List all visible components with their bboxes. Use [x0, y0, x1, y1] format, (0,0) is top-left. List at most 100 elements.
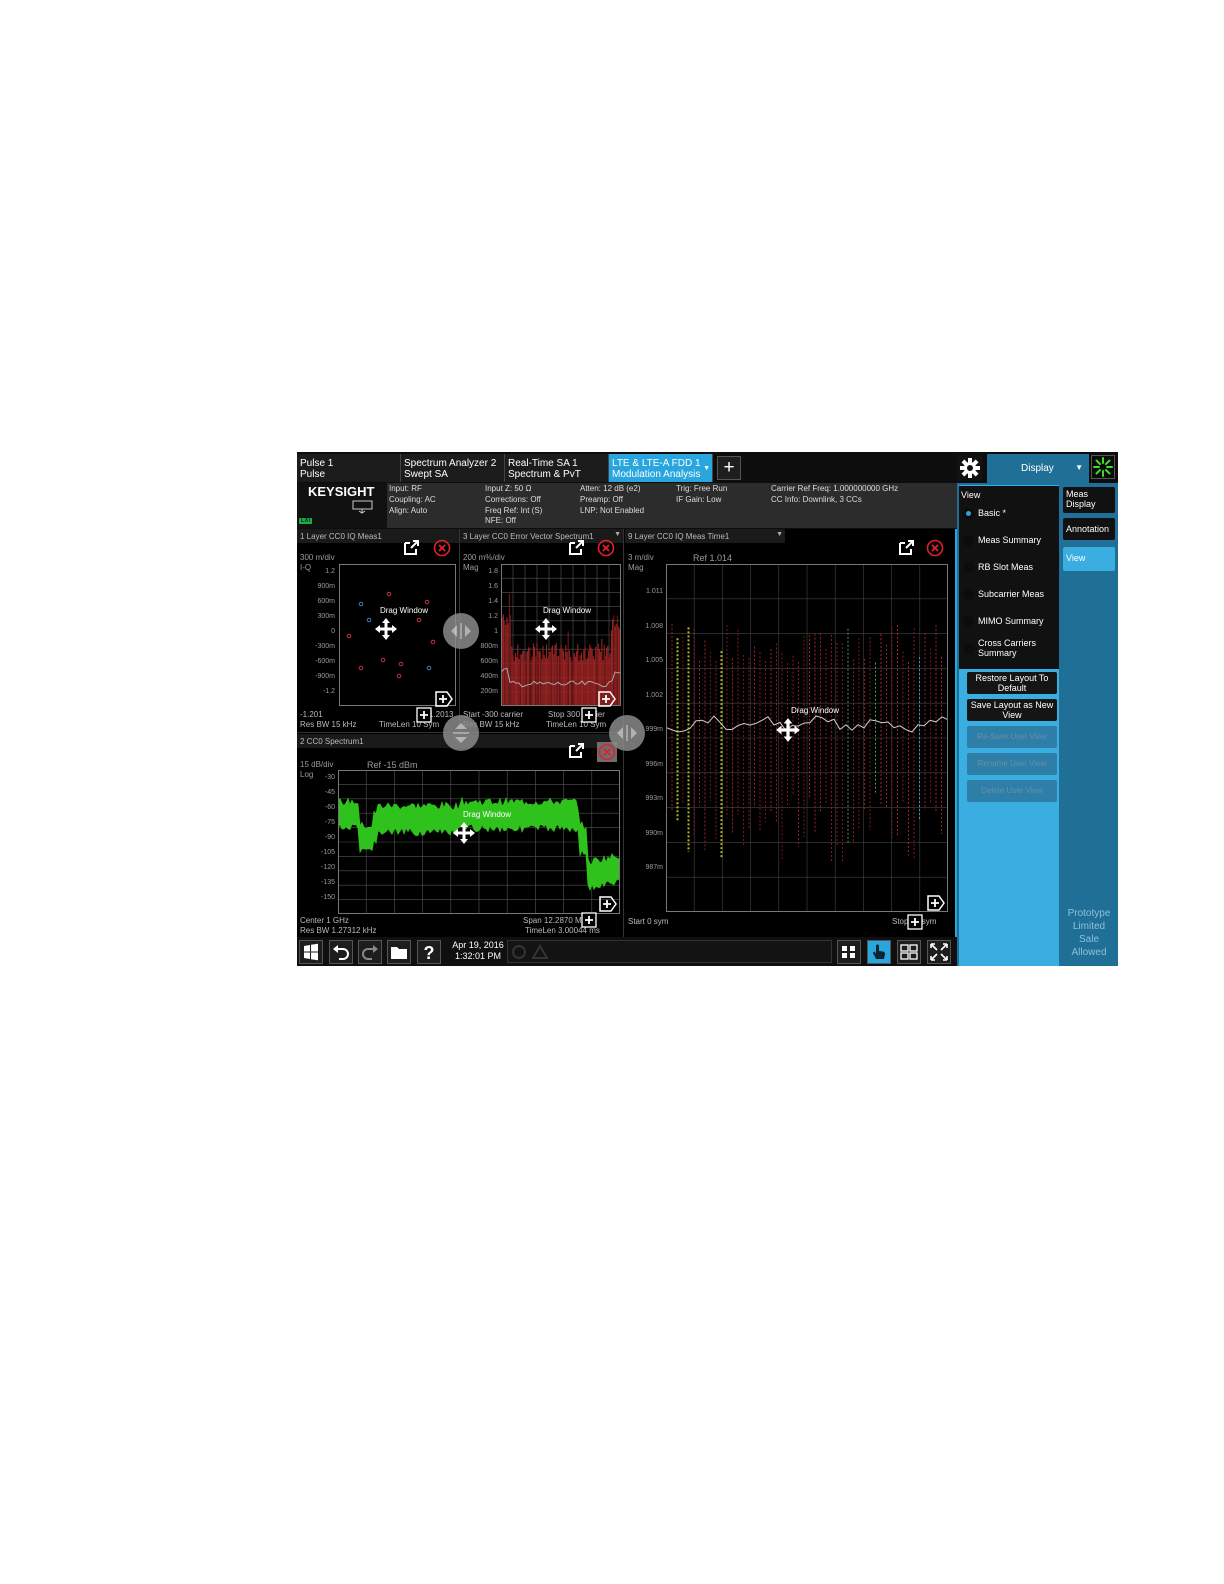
- re-save-user-view-button[interactable]: Re-Save User View: [967, 726, 1057, 748]
- save-layout-as-new-view-button[interactable]: Save Layout as New View: [967, 699, 1057, 721]
- move-icon: [535, 618, 557, 640]
- column-splitter-handle[interactable]: [609, 715, 645, 751]
- tile-windows-button[interactable]: [897, 940, 921, 964]
- radio-label: MIMO Summary: [978, 616, 1044, 626]
- zoom-marker-icon[interactable]: [907, 914, 923, 930]
- zoom-marker-icon[interactable]: [416, 707, 432, 723]
- tab-dropdown-icon[interactable]: ▼: [703, 463, 710, 474]
- add-marker-icon[interactable]: [435, 691, 453, 707]
- undo-button[interactable]: [329, 940, 353, 964]
- tab-annotation[interactable]: Annotation: [1063, 518, 1115, 540]
- move-icon: [453, 822, 475, 844]
- touch-mode-button[interactable]: [867, 940, 891, 964]
- setting-text: IF Gain: Low: [676, 494, 722, 504]
- add-tab-button[interactable]: +: [717, 456, 741, 480]
- close-icon[interactable]: [926, 539, 944, 557]
- return-icon[interactable]: [352, 500, 374, 514]
- y-tick-label: 990m: [645, 829, 663, 837]
- undock-icon[interactable]: [568, 742, 586, 758]
- horizontal-splitter-handle[interactable]: [443, 613, 479, 649]
- drag-window-handle[interactable]: Drag Window: [532, 606, 602, 641]
- window-spectrum[interactable]: 2 CC0 Spectrum1 15 dB/div Ref -15 dBm Lo…: [297, 734, 624, 937]
- view-option-subcarrier-meas[interactable]: Subcarrier Meas: [961, 582, 1057, 608]
- setting-text: Corrections: Off: [485, 494, 541, 504]
- y-tick-label: 1.2: [325, 568, 335, 575]
- tab-real-time-sa[interactable]: Real-Time SA 1 Spectrum & PvT: [505, 454, 609, 482]
- undock-icon[interactable]: [898, 539, 916, 555]
- radio-icon: [963, 562, 974, 573]
- window-menu-chevron-icon[interactable]: ▼: [614, 531, 621, 538]
- setting-text: CC Info: Downlink, 3 CCs: [771, 494, 862, 504]
- svg-text:?: ?: [424, 943, 435, 963]
- settings-col-trigger[interactable]: Trig: Free Run IF Gain: Low: [676, 484, 768, 527]
- maximize-button[interactable]: [927, 940, 951, 964]
- settings-col-carrier[interactable]: Carrier Ref Freq: 1.000000000 GHz CC Inf…: [771, 484, 955, 527]
- view-option-basic[interactable]: Basic *: [961, 501, 1057, 527]
- radio-label: Cross Carriers Summary: [978, 638, 1037, 658]
- tab-subtitle: Pulse: [300, 469, 326, 480]
- tab-spectrum-analyzer[interactable]: Spectrum Analyzer 2 Swept SA: [401, 454, 505, 482]
- undo-icon: [333, 945, 349, 960]
- settings-col-input-z[interactable]: Input Z: 50 Ω Corrections: Off Freq Ref:…: [485, 484, 577, 527]
- file-button[interactable]: [387, 940, 411, 964]
- close-icon[interactable]: [597, 539, 615, 557]
- watermark-line: Allowed: [1071, 947, 1107, 958]
- restore-layout-to-default-button[interactable]: Restore Layout To Default: [967, 672, 1057, 694]
- settings-gear-button[interactable]: [957, 455, 983, 481]
- tab-lte-modulation-analysis[interactable]: LTE & LTE-A FDD 1 Modulation Analysis ▼: [609, 454, 713, 482]
- window-iq-meas-time[interactable]: 9 Layer CC0 IQ Meas Time1 ▼ 3 m/div Ref …: [625, 529, 955, 937]
- watermark-line: Sale: [1078, 934, 1099, 945]
- watermark-line: Limited: [1072, 921, 1106, 932]
- tab-view[interactable]: View: [1063, 547, 1115, 571]
- y-tick-label: -105: [320, 849, 335, 856]
- y-tick-label: 993m: [645, 795, 663, 802]
- tab-meas-display[interactable]: Meas Display: [1063, 487, 1115, 513]
- drag-window-handle[interactable]: Drag Window: [775, 706, 855, 743]
- zoom-marker-icon[interactable]: [581, 912, 597, 928]
- vertical-splitter-handle[interactable]: [443, 715, 479, 751]
- view-option-meas-summary[interactable]: Meas Summary: [961, 528, 1057, 554]
- add-marker-icon[interactable]: [598, 691, 616, 707]
- display-menu[interactable]: Display ▼: [987, 454, 1089, 483]
- drag-window-handle[interactable]: Drag Window: [369, 606, 439, 641]
- radio-icon: [963, 589, 974, 600]
- window-menu-chevron-icon[interactable]: ▼: [776, 531, 783, 538]
- tab-label: Meas Display: [1066, 489, 1096, 509]
- drag-window-label: Drag Window: [379, 606, 428, 615]
- redo-button[interactable]: [358, 940, 382, 964]
- redo-icon: [362, 945, 378, 960]
- logo-text: KEYSIGHT: [308, 484, 375, 499]
- drag-window-handle[interactable]: Drag Window: [452, 810, 522, 845]
- tab-pulse[interactable]: Pulse 1 Pulse: [297, 454, 401, 482]
- ref-label: Ref -15 dBm: [367, 760, 418, 770]
- view-option-cross-carriers-summary[interactable]: Cross Carriers Summary: [961, 636, 1057, 662]
- y-tick-label: 200m: [480, 688, 498, 695]
- scale-label: 200 m%/div: [463, 553, 505, 562]
- settings-col-input[interactable]: Input: RF Coupling: AC Align: Auto: [389, 484, 481, 527]
- setting-text: Carrier Ref Freq: 1.000000000 GHz: [771, 484, 899, 493]
- rename-user-view-button[interactable]: Rename User View: [967, 753, 1057, 775]
- setting-text: Freq Ref: Int (S): [485, 505, 543, 515]
- delete-user-view-button[interactable]: Delete User View: [967, 780, 1057, 802]
- view-option-mimo-summary[interactable]: MIMO Summary: [961, 609, 1057, 635]
- zoom-marker-icon[interactable]: [581, 707, 597, 723]
- multi-window-button[interactable]: [837, 940, 861, 964]
- close-icon[interactable]: [433, 539, 451, 557]
- setting-text: LNP: Not Enabled: [580, 505, 645, 515]
- windows-start-button[interactable]: [299, 940, 323, 964]
- y-tick-label: 600m: [480, 658, 498, 665]
- window-error-vector-spectrum[interactable]: 3 Layer CC0 Error Vector Spectrum1 ▼ 200…: [460, 529, 624, 733]
- help-button[interactable]: ?: [417, 940, 441, 964]
- settings-col-atten[interactable]: Atten: 12 dB (e2) Preamp: Off LNP: Not E…: [580, 484, 672, 527]
- view-option-rb-slot-meas[interactable]: RB Slot Meas: [961, 555, 1057, 581]
- radio-icon: [963, 535, 974, 546]
- add-marker-icon[interactable]: [927, 895, 945, 911]
- measurement-area: 1 Layer CC0 IQ Meas1 300 m/div I-Q 1.2 90…: [297, 529, 957, 937]
- add-marker-icon[interactable]: [599, 896, 617, 912]
- acquisition-status-button[interactable]: [1091, 455, 1115, 479]
- undock-icon[interactable]: [403, 539, 421, 555]
- undock-icon[interactable]: [568, 539, 586, 555]
- window-iq-meas[interactable]: 1 Layer CC0 IQ Meas1 300 m/div I-Q 1.2 90…: [297, 529, 460, 733]
- message-bar[interactable]: [507, 940, 832, 963]
- radio-label: RB Slot Meas: [978, 562, 1034, 572]
